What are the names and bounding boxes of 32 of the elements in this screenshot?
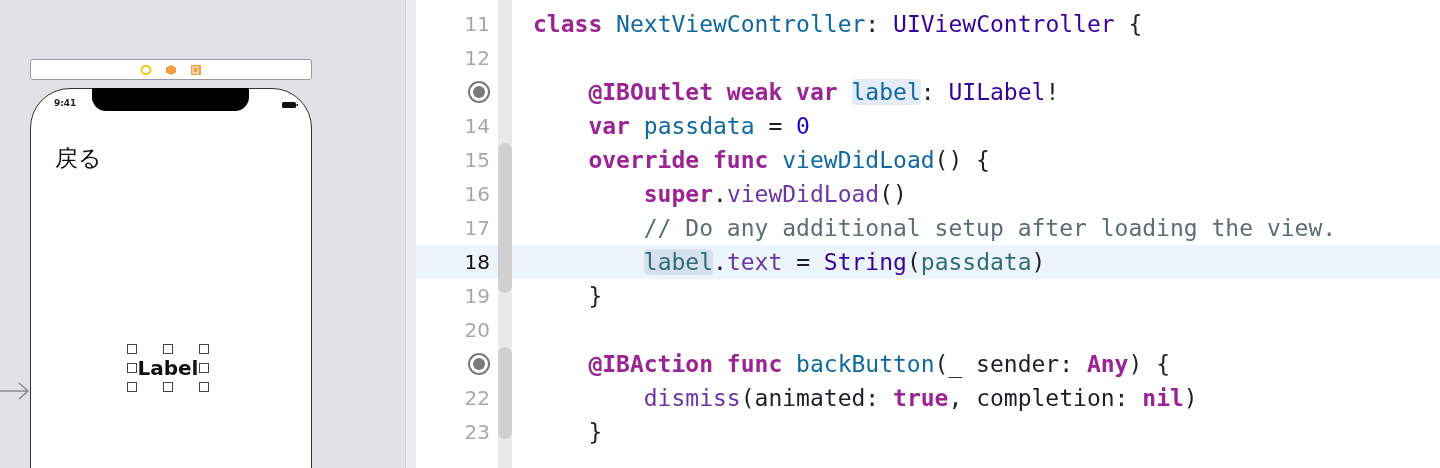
line-number: 19 (464, 284, 490, 308)
back-button[interactable]: 戻る (55, 143, 102, 174)
highlighted-identifier: label (851, 79, 921, 105)
line-number: 17 (464, 216, 490, 240)
code-line: // Do any additional setup after loading the view. (642, 214, 1338, 243)
highlighted-identifier: label (643, 249, 714, 275)
line-number: 18 (464, 250, 490, 274)
line-number: 16 (464, 182, 490, 206)
resize-handle[interactable] (163, 344, 173, 354)
status-time: 9:41 (54, 98, 77, 108)
line-number: 23 (464, 420, 490, 444)
code-line: super.viewDidLoad() (642, 180, 908, 209)
code-line: @IBAction func backButton(_ sender: Any) { (587, 350, 1171, 380)
resize-handle[interactable] (163, 382, 173, 392)
code-line: class NextViewController: UIViewController { (532, 10, 1144, 39)
battery-icon (282, 101, 298, 109)
label-text[interactable]: Label (128, 356, 208, 380)
code-line: override func viewDidLoad() { (587, 146, 991, 175)
line-number: 20 (464, 318, 490, 342)
line-number: 12 (464, 46, 490, 70)
code-line: } (587, 418, 604, 447)
connection-icon[interactable] (467, 352, 491, 376)
code-line: @IBOutlet weak var label: UILabel! (587, 78, 1061, 107)
line-number: 22 (464, 386, 490, 410)
line-number: 14 (464, 114, 490, 138)
connection-icon[interactable] (467, 80, 491, 104)
code-line: var passdata = 0 (587, 112, 811, 141)
entry-arrow-icon (0, 381, 30, 401)
line-number: 11 (464, 12, 490, 36)
line-number: 15 (464, 148, 490, 172)
code-line: } (587, 282, 604, 311)
code-line: dismiss(animated: true, completion: nil) (642, 384, 1199, 413)
